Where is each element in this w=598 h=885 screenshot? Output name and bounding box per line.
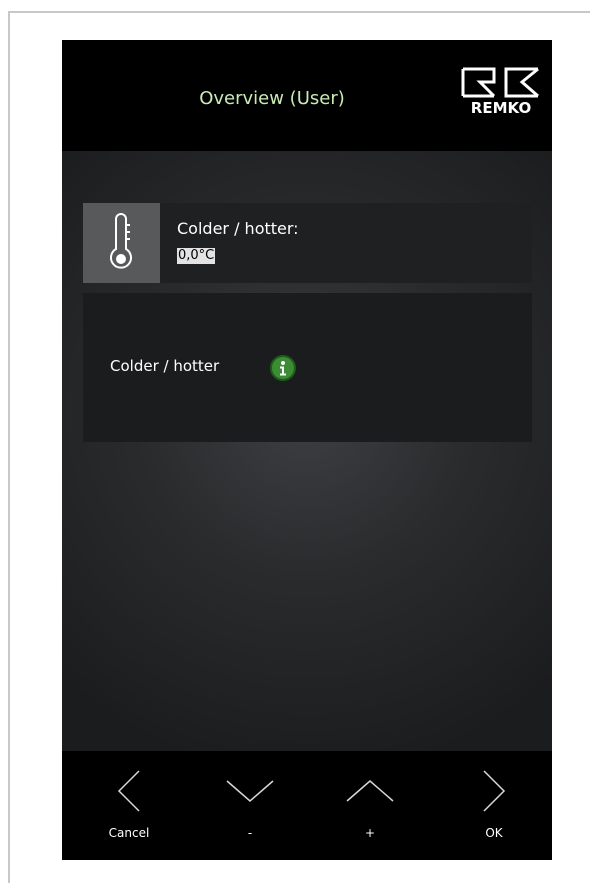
page-title: Overview (User) — [199, 88, 345, 109]
chevron-left-icon — [117, 770, 140, 812]
cancel-button[interactable]: Cancel — [84, 751, 174, 860]
header-bar: Overview (User) REMKO — [62, 40, 552, 151]
status-label: Colder / hotter: — [177, 219, 299, 238]
device-screen: Overview (User) REMKO Colder / hotter: 0… — [62, 40, 552, 860]
detail-card[interactable]: Colder / hotter — [83, 293, 532, 442]
chevron-up-icon — [346, 780, 394, 802]
remko-logo-mark-icon — [461, 67, 539, 98]
ok-label: OK — [485, 826, 503, 840]
footer-nav: Cancel - + OK — [62, 751, 552, 860]
detail-label: Colder / hotter — [110, 357, 220, 375]
minus-label: - — [247, 826, 253, 840]
thermometer-tile — [83, 203, 160, 283]
remko-logo: REMKO — [460, 66, 542, 122]
chevron-right-icon — [483, 770, 506, 812]
status-value: 0,0°C — [177, 248, 216, 264]
info-icon[interactable] — [270, 355, 296, 381]
chevron-down-icon — [226, 780, 274, 802]
cancel-label: Cancel — [108, 826, 150, 840]
minus-button[interactable]: - — [205, 751, 295, 860]
logo-text: REMKO — [470, 99, 532, 117]
plus-label: + — [364, 826, 376, 840]
plus-button[interactable]: + — [325, 751, 415, 860]
thermometer-icon — [110, 213, 132, 269]
status-card[interactable]: Colder / hotter: 0,0°C — [83, 203, 532, 283]
ok-button[interactable]: OK — [449, 751, 539, 860]
